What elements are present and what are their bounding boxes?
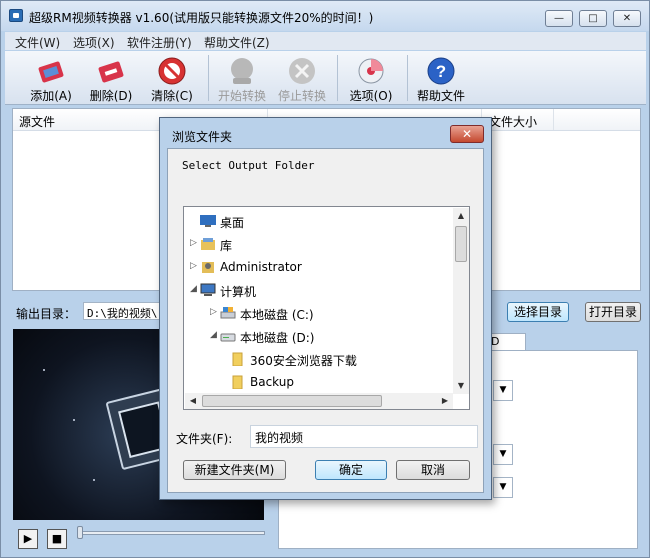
- start-convert-button[interactable]: 开始转换: [214, 51, 270, 105]
- close-icon: ✕: [461, 127, 473, 141]
- cancel-button[interactable]: 取消: [396, 460, 470, 480]
- expand-arrow-icon[interactable]: ▷: [190, 261, 198, 271]
- expand-arrow-icon[interactable]: ▷: [210, 307, 218, 317]
- maximize-button[interactable]: □: [579, 10, 607, 27]
- menu-help[interactable]: 帮助文件(Z): [204, 34, 270, 51]
- scroll-left-icon[interactable]: ◀: [185, 393, 201, 409]
- toolbar-separator: [337, 55, 338, 101]
- stop-icon: [289, 58, 315, 84]
- system-drive-icon: [220, 307, 236, 319]
- drive-icon: [220, 333, 236, 342]
- scroll-thumb[interactable]: [455, 226, 467, 262]
- settings-tab[interactable]: D: [486, 333, 526, 351]
- toolbar-separator: [208, 55, 209, 101]
- scroll-up-icon[interactable]: ▲: [453, 208, 469, 224]
- star: [73, 419, 75, 421]
- computer-icon: [200, 283, 216, 296]
- minimize-icon: —: [554, 13, 564, 24]
- toolbar: 添加(A) 删除(D) 清除(C) 开始转换 停止转换 选项(O) ? 帮助文件: [5, 51, 646, 105]
- chevron-down-icon: ▼: [499, 385, 507, 395]
- collapse-arrow-icon[interactable]: ◢: [210, 330, 218, 340]
- output-dir-label: 输出目录：: [16, 307, 77, 321]
- delete-button[interactable]: 删除(D): [85, 51, 137, 105]
- tree-horizontal-scrollbar[interactable]: ◀ ▶: [185, 393, 453, 409]
- stop-convert-button[interactable]: 停止转换: [274, 51, 330, 105]
- svg-text:?: ?: [436, 62, 446, 81]
- start-icon: [231, 58, 253, 84]
- setting-dropdown[interactable]: ▼: [493, 477, 513, 498]
- play-button[interactable]: ▶: [18, 529, 38, 549]
- expand-arrow-icon[interactable]: ▷: [190, 238, 198, 248]
- dialog-prompt: Select Output Folder: [182, 159, 315, 172]
- close-icon: ✕: [622, 13, 632, 24]
- dialog-title: 浏览文件夹: [172, 130, 233, 144]
- clear-icon: [158, 57, 186, 85]
- scroll-down-icon[interactable]: ▼: [453, 378, 469, 394]
- minimize-button[interactable]: —: [545, 10, 573, 27]
- options-button[interactable]: 选项(O): [346, 51, 396, 105]
- user-icon: [202, 262, 214, 273]
- choose-dir-button[interactable]: 选择目录: [507, 302, 569, 322]
- ok-button[interactable]: 确定: [315, 460, 387, 480]
- help-button[interactable]: ? 帮助文件: [413, 51, 469, 105]
- clear-button[interactable]: 清除(C): [146, 51, 198, 105]
- browse-folder-dialog: 浏览文件夹 ✕ Select Output Folder 桌面 ▷ 库 ▷ Ad…: [159, 117, 492, 500]
- collapse-arrow-icon[interactable]: ◢: [190, 284, 198, 294]
- folder-icon: [232, 352, 243, 366]
- star: [93, 479, 95, 481]
- scroll-thumb[interactable]: [202, 395, 382, 407]
- dialog-close-button[interactable]: ✕: [450, 125, 484, 143]
- dialog-body: Select Output Folder 桌面 ▷ 库 ▷ Administra…: [167, 148, 484, 493]
- column-file-size[interactable]: 文件大小: [489, 113, 537, 130]
- menu-bar: 文件(W) 选项(X) 软件注册(Y) 帮助文件(Z): [5, 32, 646, 50]
- open-dir-button[interactable]: 打开目录: [585, 302, 641, 322]
- play-icon: ▶: [23, 532, 33, 545]
- title-bar: 超级RM视频转换器 v1.60(试用版只能转换源文件20%的时间！) — □ ✕: [1, 1, 649, 31]
- folder-name-field[interactable]: 我的视频: [250, 425, 478, 448]
- main-window: 超级RM视频转换器 v1.60(试用版只能转换源文件20%的时间！) — □ ✕…: [0, 0, 650, 558]
- folder-label: 文件夹(F):: [176, 432, 233, 446]
- column-source-file[interactable]: 源文件: [19, 113, 55, 130]
- chevron-down-icon: ▼: [499, 449, 507, 459]
- setting-dropdown[interactable]: ▼: [493, 380, 513, 401]
- toolbar-separator: [407, 55, 408, 101]
- menu-file[interactable]: 文件(W): [15, 34, 60, 51]
- add-film-icon: [38, 61, 64, 83]
- scroll-right-icon[interactable]: ▶: [437, 393, 453, 409]
- stop-square-icon: ■: [51, 532, 63, 545]
- add-button[interactable]: 添加(A): [25, 51, 77, 105]
- folder-tree[interactable]: 桌面 ▷ 库 ▷ Administrator ◢ 计算机 ▷ 本地磁盘 (C:)…: [183, 206, 470, 410]
- stop-button[interactable]: ■: [47, 529, 67, 549]
- chevron-down-icon: ▼: [499, 482, 507, 492]
- close-button[interactable]: ✕: [613, 10, 641, 27]
- delete-film-icon: [98, 61, 124, 83]
- seek-thumb[interactable]: [77, 526, 83, 539]
- tree-vertical-scrollbar[interactable]: ▲ ▼: [453, 208, 469, 394]
- output-dir-field[interactable]: D:\我的视频\: [83, 302, 163, 320]
- menu-register[interactable]: 软件注册(Y): [127, 34, 192, 51]
- new-folder-button[interactable]: 新建文件夹(M): [183, 460, 286, 480]
- star: [43, 369, 45, 371]
- help-icon: ?: [427, 57, 455, 85]
- seek-bar[interactable]: [79, 531, 265, 535]
- column-divider: [553, 109, 554, 130]
- options-disc-icon: [358, 58, 384, 84]
- maximize-icon: □: [588, 13, 598, 24]
- library-icon: [201, 238, 215, 250]
- desktop-icon: [200, 215, 216, 227]
- menu-options[interactable]: 选项(X): [73, 34, 115, 51]
- window-title: 超级RM视频转换器 v1.60(试用版只能转换源文件20%的时间！): [29, 11, 374, 25]
- folder-icon: [232, 375, 243, 389]
- setting-dropdown[interactable]: ▼: [493, 444, 513, 465]
- app-icon: [9, 9, 23, 22]
